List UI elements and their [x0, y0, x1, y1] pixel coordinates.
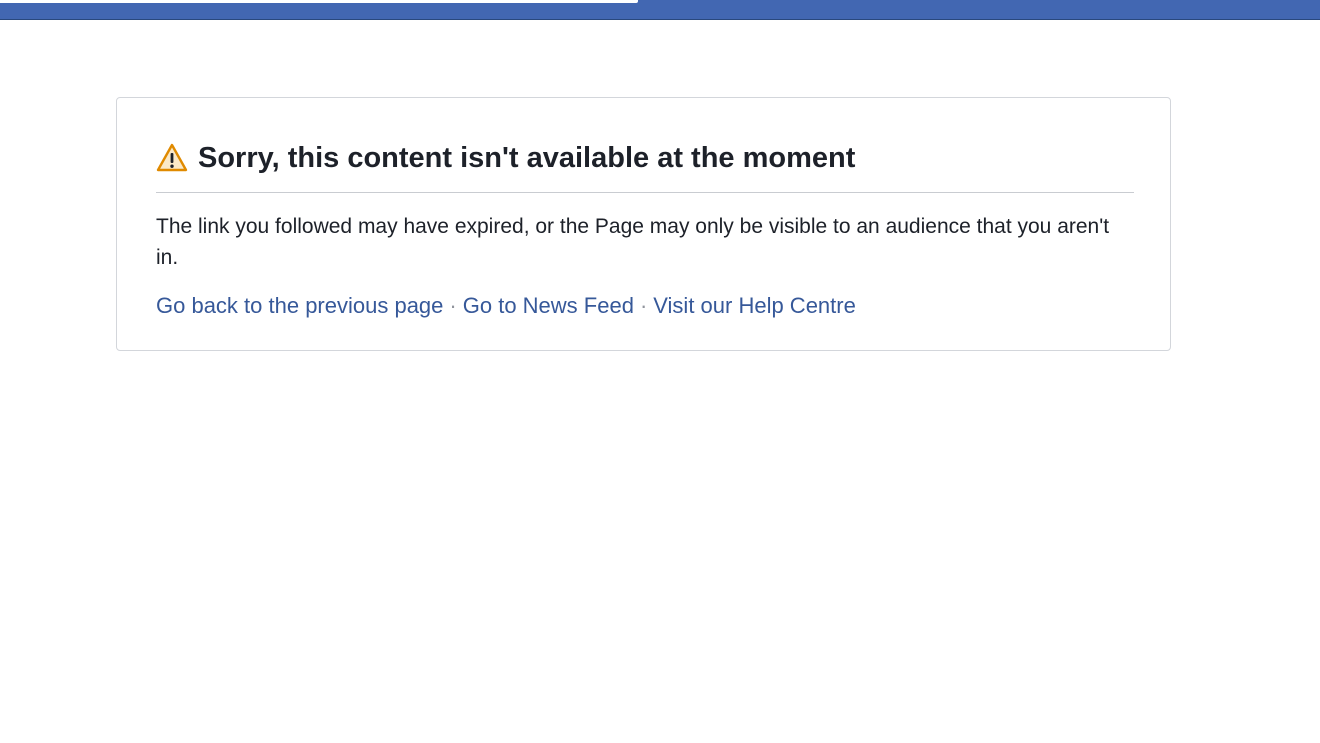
- warning-triangle-icon: [156, 143, 188, 172]
- error-card-header: Sorry, this content isn't available at t…: [156, 140, 1134, 193]
- link-separator: ·: [449, 293, 457, 318]
- error-links: Go back to the previous page · Go to News …: [156, 291, 856, 321]
- error-message: The link you followed may have expired, …: [156, 215, 1110, 269]
- top-navigation-bar: [0, 0, 1320, 20]
- news-feed-link[interactable]: Go to News Feed: [463, 293, 634, 318]
- error-card: Sorry, this content isn't available at t…: [116, 97, 1171, 351]
- help-centre-link[interactable]: Visit our Help Centre: [653, 293, 856, 318]
- link-separator: ·: [639, 293, 648, 318]
- page-title: Sorry, this content isn't available at t…: [198, 142, 856, 174]
- go-back-link[interactable]: Go back to the previous page: [156, 293, 443, 318]
- search-input[interactable]: [0, 0, 638, 3]
